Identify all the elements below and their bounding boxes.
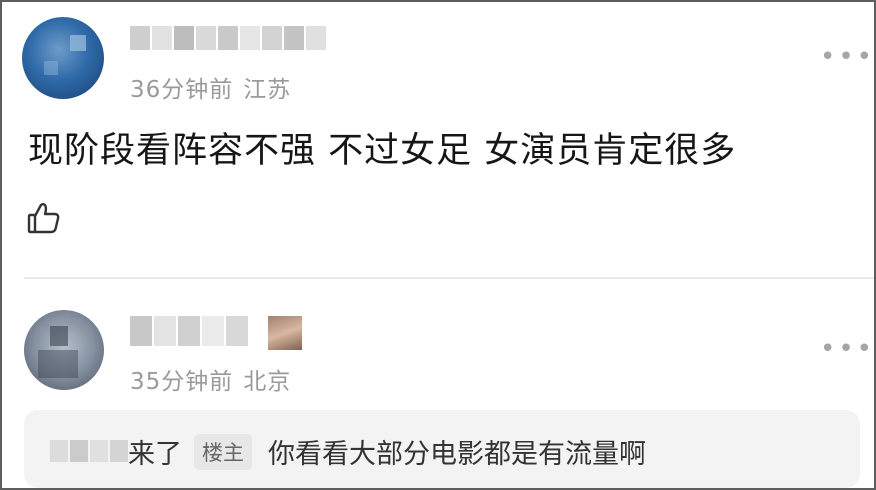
- comment-meta: 36分钟前 江苏: [130, 70, 291, 104]
- comment-meta: 35分钟前 北京: [130, 362, 291, 396]
- reply-action: 来了: [128, 439, 182, 470]
- more-options-button[interactable]: •••: [820, 336, 874, 362]
- reply-line: 来了 楼主 你看看大部分电影都是有流量啊: [128, 432, 646, 471]
- comment-thread: 36分钟前 江苏 ••• 现阶段看阵容不强 不过女足 女演员肯定很多 35分钟前北…: [0, 0, 876, 490]
- reply-text: 你看看大部分电影都是有流量啊: [268, 439, 646, 470]
- location: 江苏: [243, 77, 292, 103]
- more-options-button[interactable]: •••: [820, 44, 874, 70]
- location: 北京: [243, 369, 292, 395]
- reply-preview[interactable]: 来了 楼主 你看看大部分电影都是有流量啊: [24, 410, 860, 488]
- username-blurred[interactable]: [130, 316, 302, 350]
- reply-username-blurred[interactable]: [50, 440, 128, 462]
- username-blurred[interactable]: [130, 26, 326, 50]
- thumbs-up-icon[interactable]: [26, 200, 62, 236]
- avatar[interactable]: [22, 17, 104, 99]
- comment-content: 现阶段看阵容不强 不过女足 女演员肯定很多: [28, 131, 737, 171]
- op-badge: 楼主: [194, 433, 252, 470]
- divider: [24, 277, 874, 279]
- timestamp: 36分钟前: [130, 77, 234, 103]
- avatar[interactable]: [24, 310, 104, 390]
- timestamp: 35分钟前: [130, 369, 234, 395]
